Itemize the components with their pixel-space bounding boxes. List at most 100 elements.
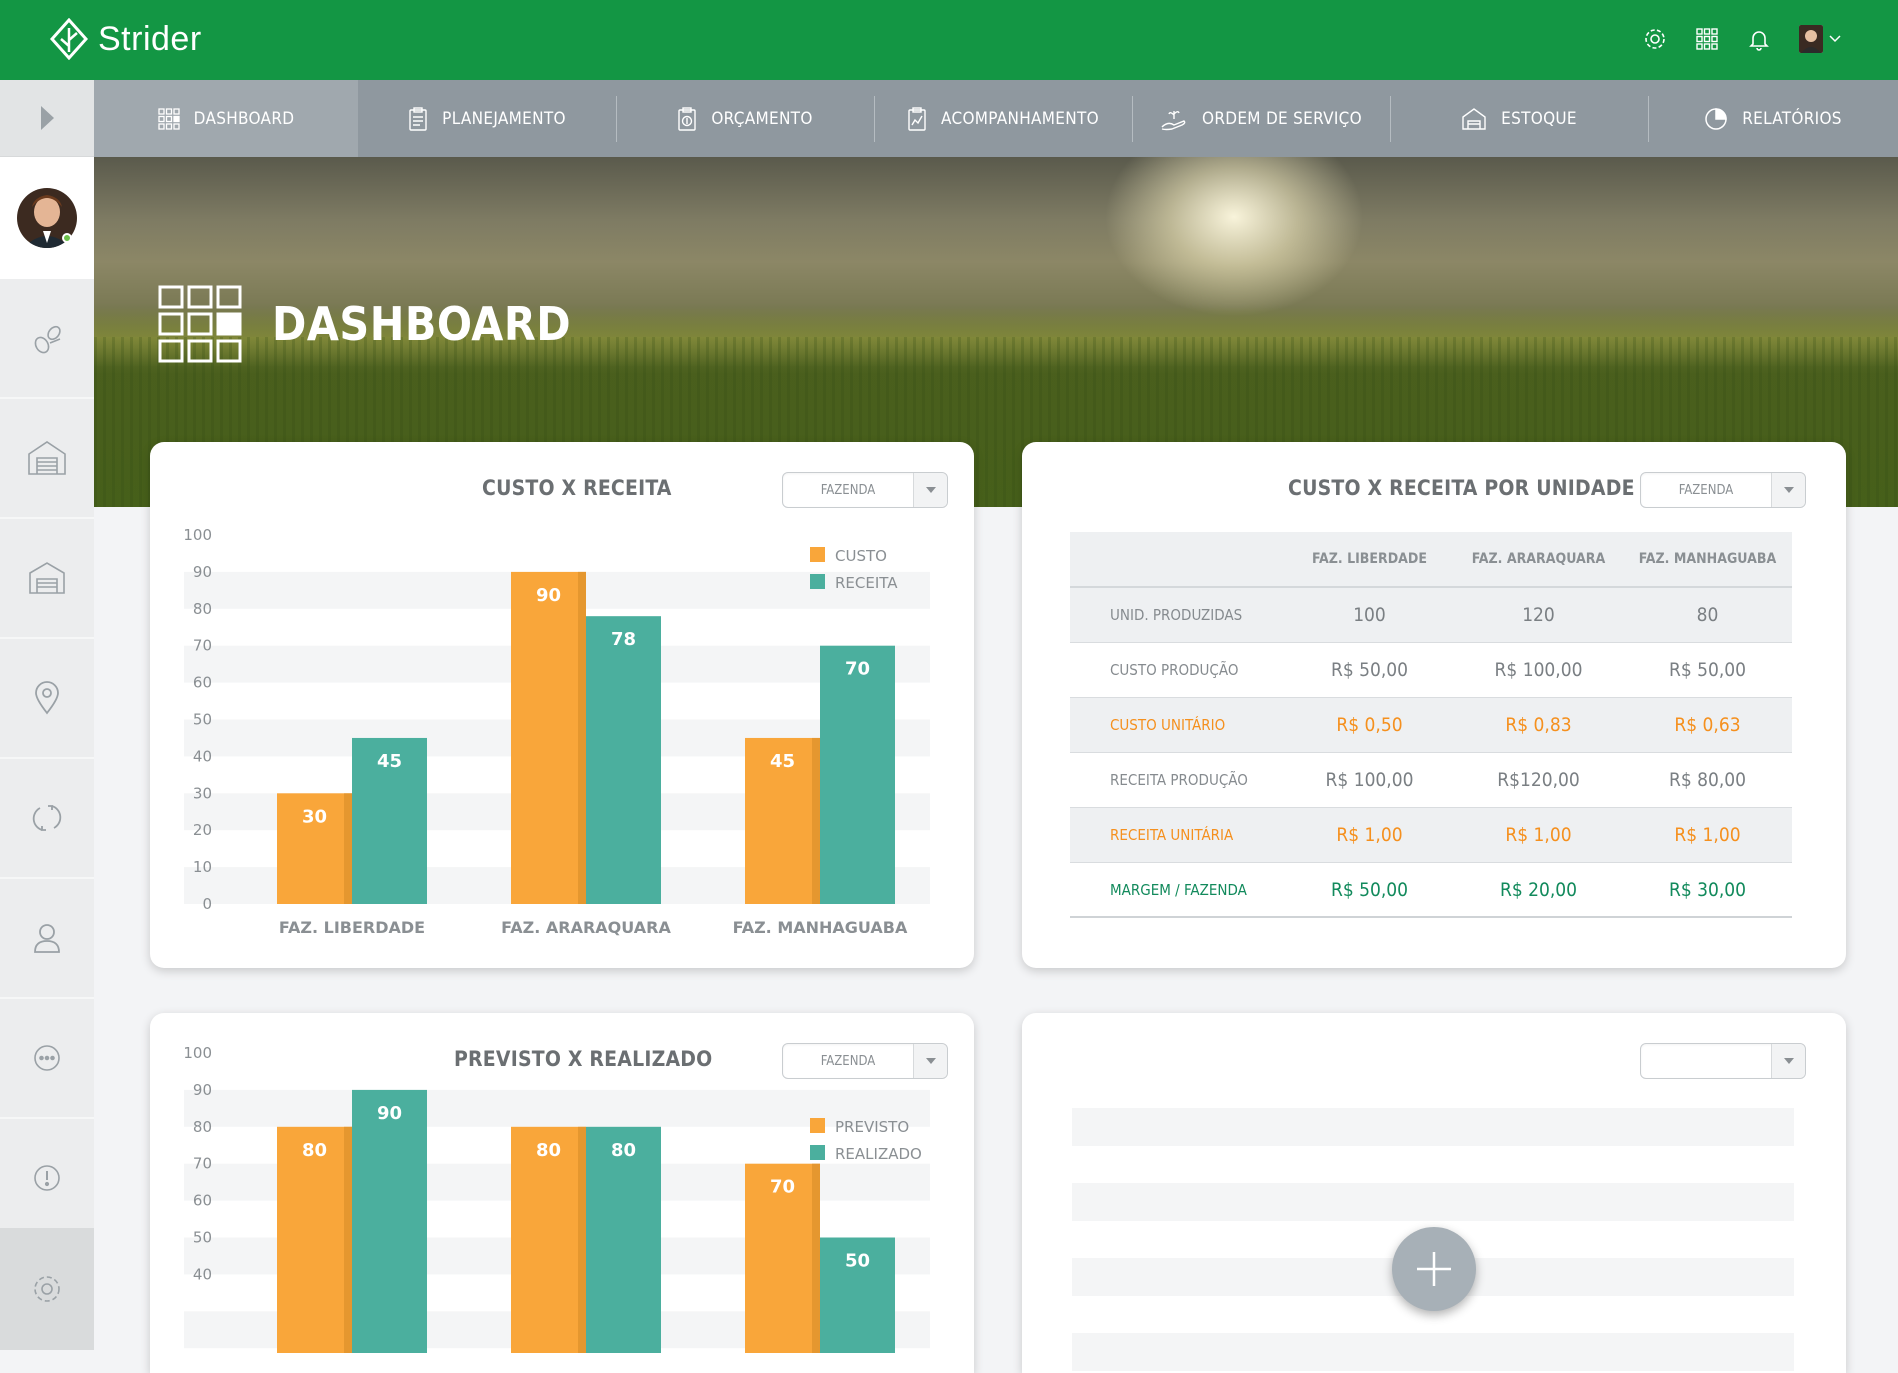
sidebar-settings[interactable]: [0, 1228, 94, 1350]
x-category-label: FAZ. LIBERDADE: [279, 918, 425, 937]
add-widget-button[interactable]: [1392, 1227, 1476, 1311]
table-cell: R$ 0,50: [1336, 714, 1403, 736]
dashboard-grid-icon: [158, 107, 180, 130]
x-category-label: FAZ. MANHAGUABA: [733, 918, 908, 937]
table-cell: R$ 30,00: [1668, 878, 1747, 901]
seeds-icon: [34, 325, 61, 354]
avatar: [1799, 25, 1823, 53]
chevron-down-icon: [1771, 473, 1805, 507]
tab-orcamento[interactable]: ORÇAMENTO: [616, 80, 874, 157]
table-cell: R$ 1,00: [1336, 824, 1403, 846]
y-tick-label: 50: [193, 1229, 212, 1247]
table-cell: R$ 80,00: [1668, 769, 1747, 791]
table-cell: 120: [1522, 604, 1555, 626]
y-tick-label: 10: [193, 858, 212, 876]
bar-value-label: 70: [770, 1177, 795, 1198]
settings-icon[interactable]: [1642, 26, 1668, 52]
bar-realizado: [352, 1089, 427, 1353]
sidebar-item-warehouse[interactable]: [0, 519, 94, 639]
clipboard-icon: [409, 106, 427, 131]
chevron-down-icon: [1829, 35, 1841, 43]
y-tick-label: 0: [202, 895, 212, 913]
bar-value-label: 80: [302, 1140, 327, 1161]
location-pin-icon: [35, 681, 59, 715]
sync-icon: [32, 805, 62, 831]
tab-acompanhamento[interactable]: ACOMPANHAMENTO: [874, 80, 1132, 157]
user-icon: [34, 924, 60, 953]
sidebar-item-map[interactable]: [0, 639, 94, 759]
user-menu[interactable]: [1798, 25, 1842, 53]
app-logo[interactable]: Strider: [50, 18, 202, 60]
strider-logo-icon: [50, 18, 88, 60]
custo-receita-chart: 10090807060504030201003045FAZ. LIBERDADE…: [183, 526, 930, 937]
tab-relatorios[interactable]: RELATÓRIOS: [1648, 80, 1898, 157]
tab-dashboard[interactable]: DASHBOARD: [94, 80, 358, 157]
row-label: CUSTO PRODUÇÃO: [1110, 661, 1239, 679]
warehouse-icon: [1462, 107, 1486, 130]
pie-report-icon: [1705, 107, 1727, 130]
table-cell: R$ 0,63: [1674, 714, 1741, 736]
table-cell: R$ 1,00: [1505, 824, 1572, 846]
y-tick-label: 20: [193, 821, 212, 839]
y-tick-label: 90: [193, 1081, 212, 1099]
page-title: DASHBOARD: [272, 297, 572, 351]
notification-bell-icon[interactable]: [1746, 26, 1772, 52]
table-row: RECEITA PRODUÇÃO R$ 100,00 R$120,00 R$ 8…: [1070, 753, 1792, 808]
barn-icon: [28, 441, 66, 475]
sidebar-item-farms[interactable]: [0, 399, 94, 519]
table-cell: R$120,00: [1497, 769, 1580, 791]
main-nav: DASHBOARD PLANEJAMENTO ORÇAMENTO ACOMPAN…: [94, 80, 1898, 157]
bar-value-label: 78: [611, 629, 636, 650]
sidebar-item-more[interactable]: [0, 999, 94, 1119]
sidebar-item-seeds[interactable]: [0, 279, 94, 399]
page-header: DASHBOARD: [158, 285, 571, 363]
tab-ordem-de-servico[interactable]: ORDEM DE SERVIÇO: [1132, 80, 1390, 157]
bar-shadow: [812, 1163, 820, 1353]
select-value: FAZENDA: [1678, 482, 1734, 498]
legend-swatch: [810, 574, 825, 589]
tab-label: ESTOQUE: [1501, 108, 1577, 129]
sidebar-item-users[interactable]: [0, 879, 94, 999]
tab-label: RELATÓRIOS: [1742, 108, 1842, 129]
chevron-down-icon: [1771, 1044, 1805, 1078]
sidebar-item-alerts[interactable]: [0, 1119, 94, 1239]
legend-label: REALIZADO: [835, 1145, 922, 1163]
table-header-cell: FAZ. MANHAGUABA: [1638, 551, 1777, 567]
sidebar-item-sync[interactable]: [0, 759, 94, 879]
card-empty-widget: [1022, 1013, 1846, 1373]
table-header-cell: FAZ. LIBERDADE: [1312, 551, 1427, 567]
table-header: FAZ. LIBERDADE FAZ. ARARAQUARA FAZ. MANH…: [1070, 532, 1792, 588]
bar-shadow: [344, 793, 352, 904]
bar-shadow: [344, 1126, 352, 1353]
bar-custo: [511, 571, 586, 904]
table-cell: R$ 20,00: [1499, 878, 1578, 901]
unit-table: FAZ. LIBERDADE FAZ. ARARAQUARA FAZ. MANH…: [1070, 532, 1792, 918]
sidebar-toggle[interactable]: [0, 80, 94, 157]
y-tick-label: 80: [193, 600, 212, 618]
fazenda-select[interactable]: FAZENDA: [1640, 472, 1806, 508]
tab-estoque[interactable]: ESTOQUE: [1390, 80, 1648, 157]
y-tick-label: 50: [193, 711, 212, 729]
tab-label: ACOMPANHAMENTO: [941, 108, 1099, 129]
tab-planejamento[interactable]: PLANEJAMENTO: [358, 80, 616, 157]
tracking-chart-icon: [908, 106, 926, 131]
legend-swatch: [810, 547, 825, 562]
legend-label: RECEITA: [835, 574, 898, 592]
card-custo-receita: CUSTO X RECEITA FAZENDA 100 90 80 70 60 50 40 3…: [150, 442, 974, 968]
bar-value-label: 80: [611, 1140, 636, 1161]
table-row: RECEITA UNITÁRIA R$ 1,00 R$ 1,00 R$ 1,00: [1070, 808, 1792, 863]
more-icon: [34, 1045, 60, 1071]
alert-icon: [34, 1165, 60, 1191]
tab-label: PLANEJAMENTO: [442, 108, 566, 129]
warehouse-icon: [29, 562, 65, 594]
previsto-realizado-chart: 100 90 80 70 60 50 40 80 90 80 80 70 50 PREVISTO REALI…: [183, 1044, 930, 1353]
table-row: CUSTO PRODUÇÃO R$ 50,00 R$ 100,00 R$ 50,…: [1070, 643, 1792, 698]
table-cell: R$ 50,00: [1330, 659, 1409, 681]
table-cell: R$ 100,00: [1494, 659, 1583, 681]
table-row: MARGEM / FAZENDA R$ 50,00 R$ 20,00 R$ 30…: [1070, 863, 1792, 918]
sidebar-user[interactable]: [0, 157, 94, 279]
apps-grid-icon[interactable]: [1694, 26, 1720, 52]
y-tick-label: 60: [193, 1192, 212, 1210]
widget-select[interactable]: [1640, 1043, 1806, 1079]
card-title: CUSTO X RECEITA POR UNIDADE: [1288, 476, 1635, 500]
